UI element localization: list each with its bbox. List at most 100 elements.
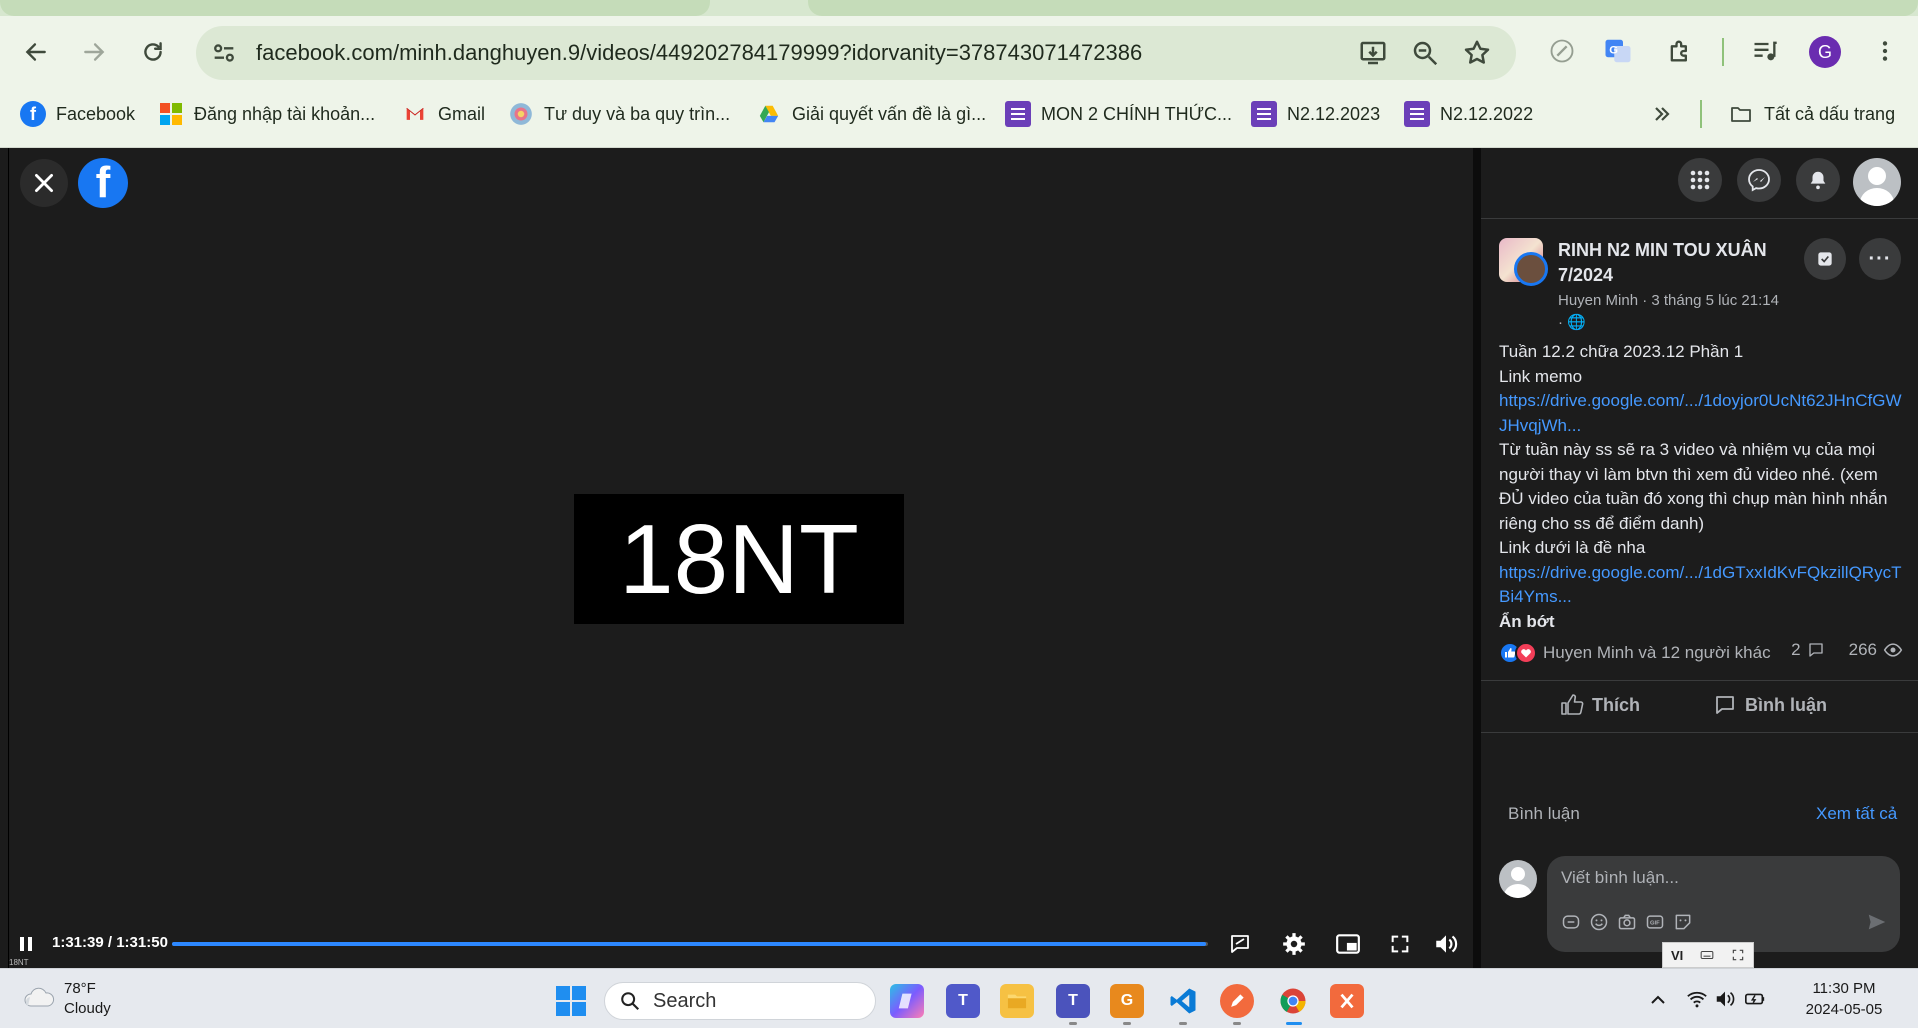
chrome-menu-icon[interactable]	[1868, 34, 1902, 68]
bookmark-tu-duy[interactable]: Tư duy và ba quy trìn...	[508, 100, 730, 128]
pause-button[interactable]	[16, 934, 36, 954]
file-explorer-icon[interactable]	[1000, 984, 1034, 1018]
menu-button[interactable]	[1678, 158, 1722, 202]
fullscreen-icon[interactable]	[1386, 930, 1414, 958]
bookmark-giai-quyet[interactable]: Giải quyết vấn đề là gì...	[756, 100, 986, 128]
account-avatar[interactable]	[1853, 158, 1901, 206]
sticker-icon[interactable]	[1671, 910, 1695, 934]
forward-button[interactable]	[76, 34, 112, 70]
save-post-button[interactable]	[1804, 238, 1846, 280]
see-less-button[interactable]: Ẩn bớt	[1499, 610, 1903, 635]
bookmark-microsoft-login[interactable]: Đăng nhập tài khoản...	[158, 100, 375, 128]
post-privacy[interactable]: · 🌐	[1558, 312, 1808, 334]
see-all-comments-link[interactable]: Xem tất cả	[1816, 804, 1897, 824]
copilot-app-icon[interactable]	[890, 984, 924, 1018]
comment-label: Bình luận	[1745, 694, 1827, 715]
exam-link[interactable]: https://drive.google.com/.../1dGTxxIdKvF…	[1499, 561, 1903, 610]
clock-date[interactable]: 2024-05-05	[1794, 1001, 1894, 1018]
camera-icon[interactable]	[1615, 910, 1639, 934]
like-button[interactable]: Thích	[1560, 690, 1640, 720]
reactions-summary[interactable]: Huyen Minh và 12 người khác	[1543, 643, 1771, 663]
facebook-logo[interactable]: f	[78, 158, 128, 208]
weather-condition[interactable]: Cloudy	[64, 1000, 111, 1017]
bookmark-n2-2023[interactable]: N2.12.2023	[1251, 100, 1380, 128]
draw-app-icon[interactable]	[1220, 984, 1254, 1018]
captions-off-icon[interactable]	[1226, 930, 1254, 958]
expand-icon[interactable]	[1731, 948, 1745, 962]
zoom-icon[interactable]	[1410, 38, 1440, 68]
url-text[interactable]: facebook.com/minh.danghuyen.9/videos/449…	[256, 40, 1142, 66]
messenger-button[interactable]	[1737, 158, 1781, 202]
comment-input[interactable]	[1561, 866, 1881, 890]
pdf-app-icon[interactable]: G	[1110, 984, 1144, 1018]
chrome-app-icon[interactable]	[1276, 984, 1310, 1018]
address-bar[interactable]: facebook.com/minh.danghuyen.9/videos/449…	[196, 26, 1516, 80]
install-app-icon[interactable]	[1358, 38, 1388, 68]
all-bookmarks-button[interactable]: Tất cả dấu trang	[1728, 100, 1895, 128]
profile-avatar[interactable]: G	[1809, 36, 1841, 68]
comment-composer: GIF	[1547, 856, 1900, 952]
video-corner-label: 18NT	[9, 958, 29, 967]
tab-background[interactable]	[808, 0, 1918, 16]
notifications-button[interactable]	[1796, 158, 1840, 202]
commenter-avatar[interactable]	[1499, 860, 1537, 898]
teams-app-icon[interactable]: T	[946, 984, 980, 1018]
comment-button[interactable]: Bình luận	[1713, 690, 1827, 720]
post-author-and-time[interactable]: Huyen Minh · 3 tháng 5 lúc 21:14	[1558, 290, 1808, 312]
start-button[interactable]	[556, 986, 586, 1016]
weather-temperature[interactable]: 78°F	[64, 980, 96, 997]
more-bookmarks-button[interactable]	[1650, 100, 1674, 128]
gif-icon[interactable]: GIF	[1643, 910, 1667, 934]
media-control-icon[interactable]	[1748, 34, 1782, 68]
speaker-icon[interactable]	[1714, 988, 1736, 1010]
extensions-puzzle-icon[interactable]	[1663, 34, 1697, 68]
teams-chat-icon[interactable]: T	[1056, 984, 1090, 1018]
bookmark-label: Tư duy và ba quy trìn...	[544, 103, 731, 124]
svg-text:G: G	[1609, 45, 1618, 57]
bookmarks-separator	[1700, 100, 1702, 128]
colorful-wheel-icon	[508, 101, 534, 127]
google-translate-icon[interactable]: G	[1601, 34, 1635, 68]
group-name-link[interactable]: RINH N2 MIN TOU XUÂN 7/2024	[1558, 238, 1778, 288]
cloud-icon[interactable]	[22, 984, 56, 1010]
picture-in-picture-icon[interactable]	[1334, 930, 1362, 958]
more-options-button[interactable]: ···	[1859, 238, 1901, 280]
xampp-app-icon[interactable]	[1330, 984, 1364, 1018]
more-horizontal-icon: ···	[1868, 247, 1892, 270]
back-button[interactable]	[18, 34, 54, 70]
bookmark-label: Giải quyết vấn đề là gì...	[792, 103, 987, 124]
tab-strip	[0, 0, 1918, 16]
comment-count[interactable]: 2	[1791, 640, 1800, 660]
vscode-icon[interactable]	[1166, 984, 1200, 1018]
reload-button[interactable]	[135, 34, 171, 70]
wifi-icon[interactable]	[1686, 988, 1708, 1010]
extension-pen-icon[interactable]	[1545, 34, 1579, 68]
tab-background[interactable]	[0, 0, 710, 16]
battery-charging-icon[interactable]	[1744, 988, 1766, 1010]
site-settings-icon[interactable]	[210, 39, 238, 67]
memo-link[interactable]: https://drive.google.com/.../1doyjor0UcN…	[1499, 389, 1903, 438]
love-reaction-icon[interactable]	[1515, 642, 1537, 664]
bookmark-mon2[interactable]: MON 2 CHÍNH THỨC...	[1005, 100, 1232, 128]
clock-time[interactable]: 11:30 PM	[1794, 980, 1894, 997]
chevron-up-icon[interactable]	[1648, 988, 1668, 1012]
volume-icon[interactable]	[1432, 930, 1460, 958]
bookmark-star-icon[interactable]	[1462, 38, 1492, 68]
ime-toolbar[interactable]: VI	[1662, 942, 1754, 968]
settings-gear-icon[interactable]	[1280, 930, 1308, 958]
taskbar-search[interactable]: Search	[604, 982, 876, 1020]
avatar-sticker-icon[interactable]	[1559, 910, 1583, 934]
ime-language[interactable]: VI	[1671, 948, 1683, 963]
bookmark-gmail[interactable]: Gmail	[402, 100, 485, 128]
emoji-icon[interactable]	[1587, 910, 1611, 934]
close-video-button[interactable]	[20, 159, 68, 207]
send-icon[interactable]	[1865, 910, 1889, 934]
video-progress-bar[interactable]	[172, 942, 1208, 946]
poster-avatar[interactable]	[1514, 252, 1548, 286]
keyboard-icon[interactable]	[1699, 948, 1715, 962]
bookmark-n2-2022[interactable]: N2.12.2022	[1404, 100, 1533, 128]
bookmark-check-icon	[1818, 252, 1832, 266]
bookmark-label: N2.12.2022	[1440, 103, 1534, 124]
bookmark-facebook[interactable]: f Facebook	[20, 100, 135, 128]
post-line: Từ tuần này ss sẽ ra 3 video và nhiệm vụ…	[1499, 440, 1888, 533]
